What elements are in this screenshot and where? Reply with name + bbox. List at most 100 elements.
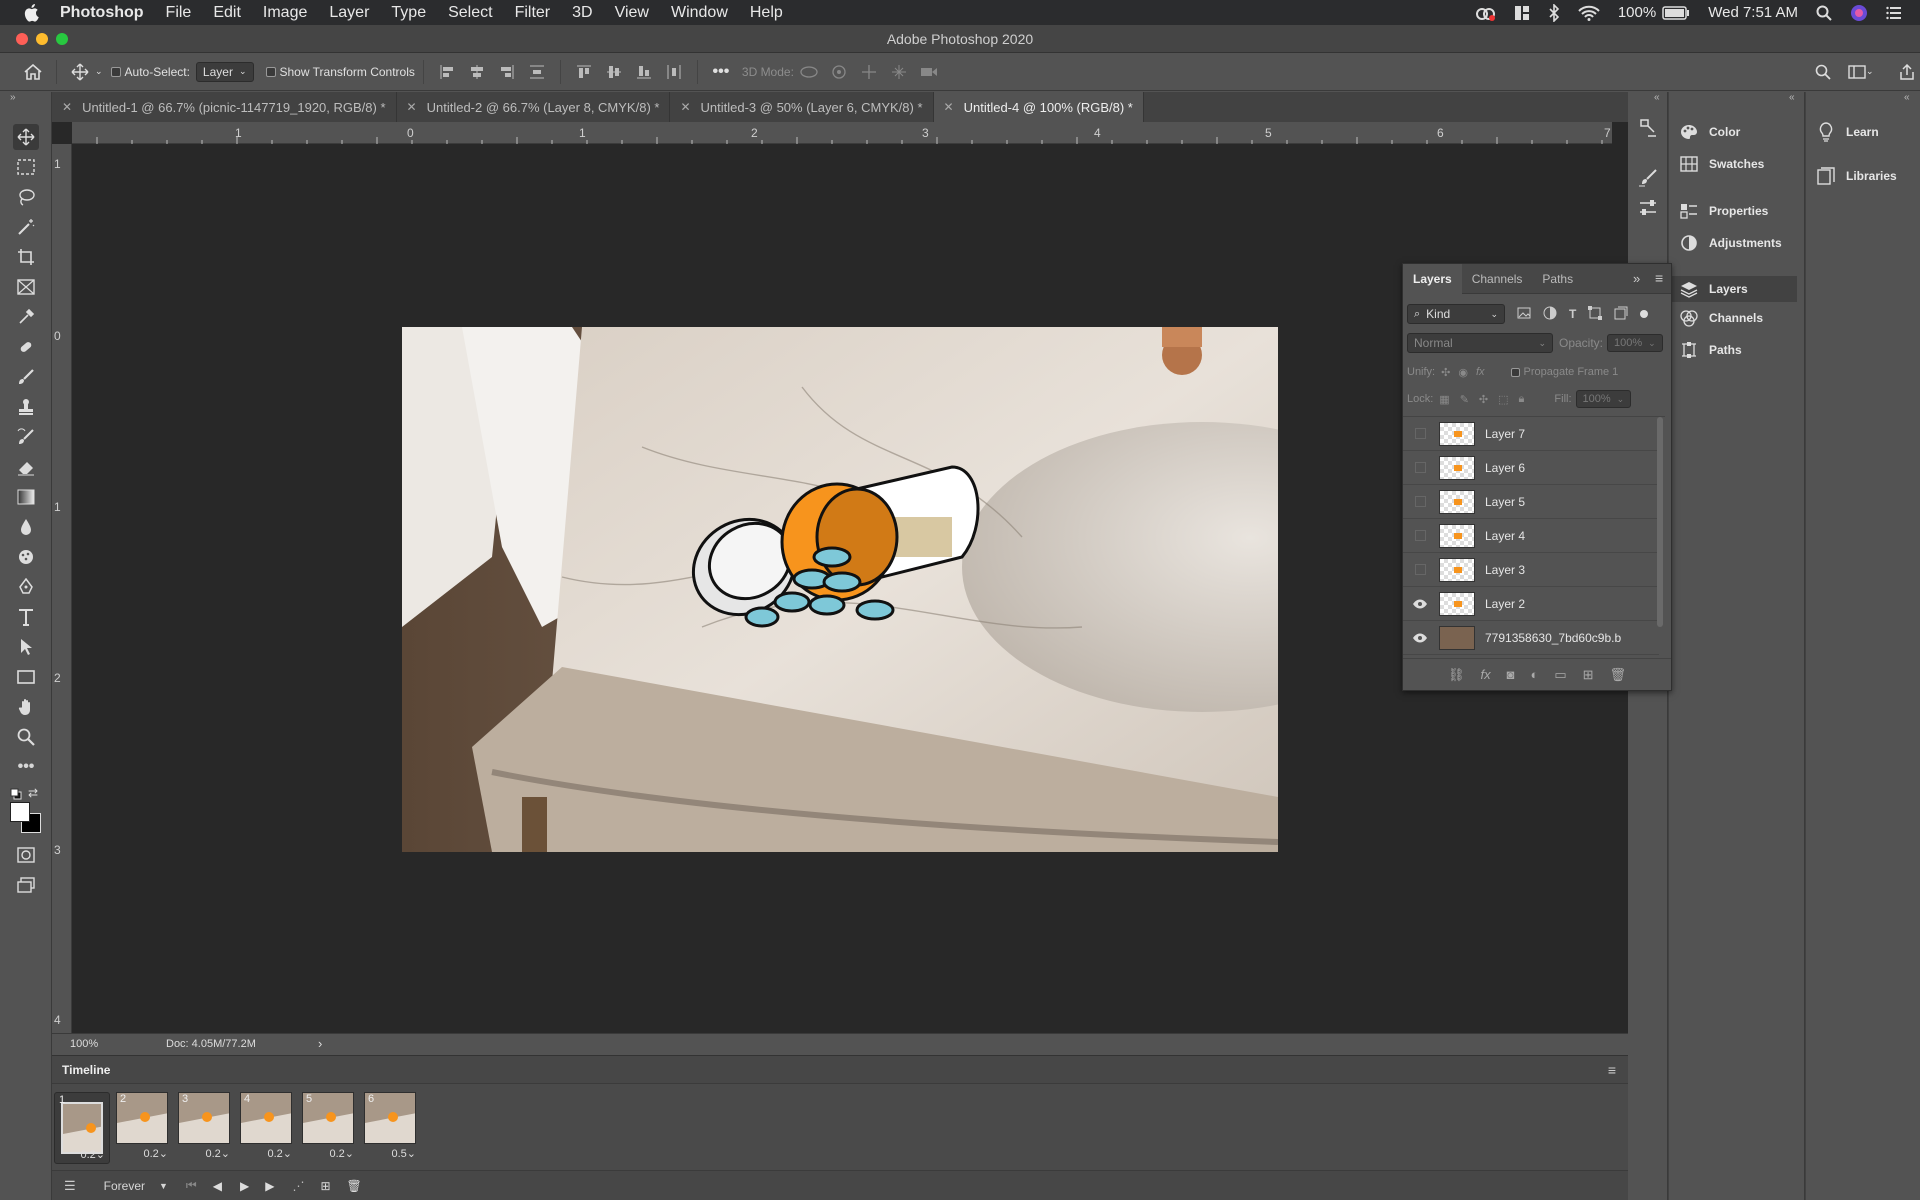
move-tool-icon[interactable] [13,124,39,150]
new-group-folder-icon[interactable]: ▭ [1554,667,1566,683]
align-left-icon[interactable] [438,63,456,81]
convert-timeline-icon[interactable]: ☰ [64,1178,76,1194]
frame-delay[interactable]: 0.2⌄ [205,1147,230,1160]
panel-menu-icon[interactable]: ≡ [1608,1062,1616,1078]
play-icon[interactable]: ▶︎ [240,1179,249,1193]
horizontal-ruler[interactable]: 1 0 1 2 3 4 5 6 7 [72,122,1612,144]
dock-color[interactable]: Color [1679,122,1740,142]
wifi-icon[interactable] [1578,5,1600,21]
timeline-frame[interactable]: 3 0.2⌄ [178,1092,234,1164]
tween-icon[interactable]: ⋰ [292,1179,304,1193]
layer-row[interactable]: 7791358630_7bd60c9b.b [1403,621,1659,655]
menu-filter[interactable]: Filter [515,4,551,22]
layer-row[interactable]: Layer 7 [1403,417,1659,451]
tab-layers[interactable]: Layers [1403,263,1462,294]
layer-row[interactable]: Layer 6 [1403,451,1659,485]
menu-window[interactable]: Window [671,4,728,22]
tool-presets-icon[interactable] [1638,198,1658,221]
battery-status[interactable]: 100% [1618,4,1690,21]
menu-type[interactable]: Type [391,4,426,22]
filter-type-icon[interactable]: T [1569,307,1576,321]
visibility-toggle[interactable] [1409,423,1431,445]
close-icon[interactable]: ✕ [62,100,72,114]
rectangle-tool-icon[interactable] [13,664,39,690]
layer-row[interactable]: Layer 4 [1403,519,1659,553]
eye-icon[interactable] [1409,593,1431,615]
new-layer-icon[interactable]: ⊞ [1583,667,1594,683]
menu-edit[interactable]: Edit [213,4,241,22]
layers-scrollbar[interactable] [1657,417,1663,627]
frame-delay[interactable]: 0.2⌄ [80,1148,105,1161]
duplicate-frame-icon[interactable]: ⊞ [320,1179,330,1193]
layer-style-fx-icon[interactable]: fx [1480,667,1490,682]
chevron-down-icon[interactable]: ⌄ [1866,66,1874,77]
loop-options-dropdown[interactable]: Forever ▼ [104,1179,168,1193]
menu-select[interactable]: Select [448,4,492,22]
quick-mask-icon[interactable] [13,842,39,868]
unify-visibility-icon[interactable]: ◉ [1458,366,1468,379]
dock-layers[interactable]: Layers [1671,276,1797,302]
dock-channels[interactable]: Channels [1679,308,1763,328]
workspace-icon[interactable] [1848,63,1866,81]
visibility-toggle[interactable] [1409,559,1431,581]
stamp-tool-icon[interactable] [13,394,39,420]
align-bottom-icon[interactable] [635,63,653,81]
tab-untitled-3[interactable]: ✕ Untitled-3 @ 50% (Layer 6, CMYK/8) * [670,92,934,122]
menu-help[interactable]: Help [750,4,783,22]
menu-3d[interactable]: 3D [572,4,592,22]
tab-untitled-2[interactable]: ✕ Untitled-2 @ 66.7% (Layer 8, CMYK/8) * [397,92,671,122]
frame-delay[interactable]: 0.2⌄ [329,1147,354,1160]
visibility-toggle[interactable] [1409,457,1431,479]
close-icon[interactable]: ✕ [680,100,690,114]
sponge-tool-icon[interactable] [13,544,39,570]
timeline-frame[interactable]: 1 0.2⌄ [54,1092,110,1164]
opacity-field[interactable]: 100% ⌄ [1607,334,1663,352]
clock[interactable]: Wed 7:51 AM [1708,4,1798,21]
spaces-icon[interactable] [1514,5,1530,21]
filter-kind-dropdown[interactable]: ⌕ Kind ⌄ [1407,304,1505,324]
dock-libraries[interactable]: Libraries [1816,166,1897,186]
add-mask-icon[interactable]: ◙ [1507,667,1515,682]
eraser-tool-icon[interactable] [13,454,39,480]
expand-icon[interactable]: » [1633,271,1640,286]
siri-icon[interactable] [1850,4,1868,22]
filter-toggle[interactable] [1640,310,1649,318]
foreground-color-swatch[interactable] [10,802,30,822]
eye-icon[interactable] [1409,627,1431,649]
lock-transparent-icon[interactable]: ▦ [1439,393,1449,406]
default-colors-icon[interactable] [10,788,22,803]
blend-mode-dropdown[interactable]: Normal ⌄ [1407,333,1553,353]
align-vertical-center-icon[interactable] [605,63,623,81]
filter-adjustment-icon[interactable] [1543,306,1557,323]
move-tool-preset-icon[interactable] [71,63,89,81]
align-right-icon[interactable] [498,63,516,81]
align-horizontal-center-icon[interactable] [468,63,486,81]
3d-camera-icon[interactable] [920,63,938,81]
dock-learn[interactable]: Learn [1816,122,1879,142]
healing-brush-tool-icon[interactable] [13,334,39,360]
frame-delay[interactable]: 0.2⌄ [143,1147,168,1160]
creative-cloud-icon[interactable] [1474,5,1496,21]
share-icon[interactable] [1898,63,1916,81]
history-icon[interactable] [1638,118,1658,141]
crop-tool-icon[interactable] [13,244,39,270]
dock-adjustments[interactable]: Adjustments [1679,233,1782,253]
frame-tool-icon[interactable] [13,274,39,300]
blur-tool-icon[interactable] [13,514,39,540]
timeline-frame[interactable]: 6 0.5⌄ [364,1092,420,1164]
home-icon[interactable] [24,63,42,81]
previous-frame-icon[interactable]: ◀︎ [213,1179,222,1193]
swap-colors-icon[interactable]: ⇄ [28,786,38,800]
auto-select-dropdown[interactable]: Layer ⌄ [195,61,254,82]
lasso-tool-icon[interactable] [13,184,39,210]
menu-file[interactable]: File [166,4,192,22]
filter-pixel-icon[interactable] [1517,307,1531,322]
marquee-tool-icon[interactable] [13,154,39,180]
panel-menu-icon[interactable]: ≡ [1655,270,1663,286]
tab-untitled-1[interactable]: ✕ Untitled-1 @ 66.7% (picnic-1147719_1920… [52,92,397,122]
menu-layer[interactable]: Layer [329,4,369,22]
visibility-toggle[interactable] [1409,491,1431,513]
first-frame-icon[interactable]: ⏮ [186,1178,197,1193]
more-options-icon[interactable]: ••• [712,63,730,81]
spotlight-icon[interactable] [1816,5,1832,21]
